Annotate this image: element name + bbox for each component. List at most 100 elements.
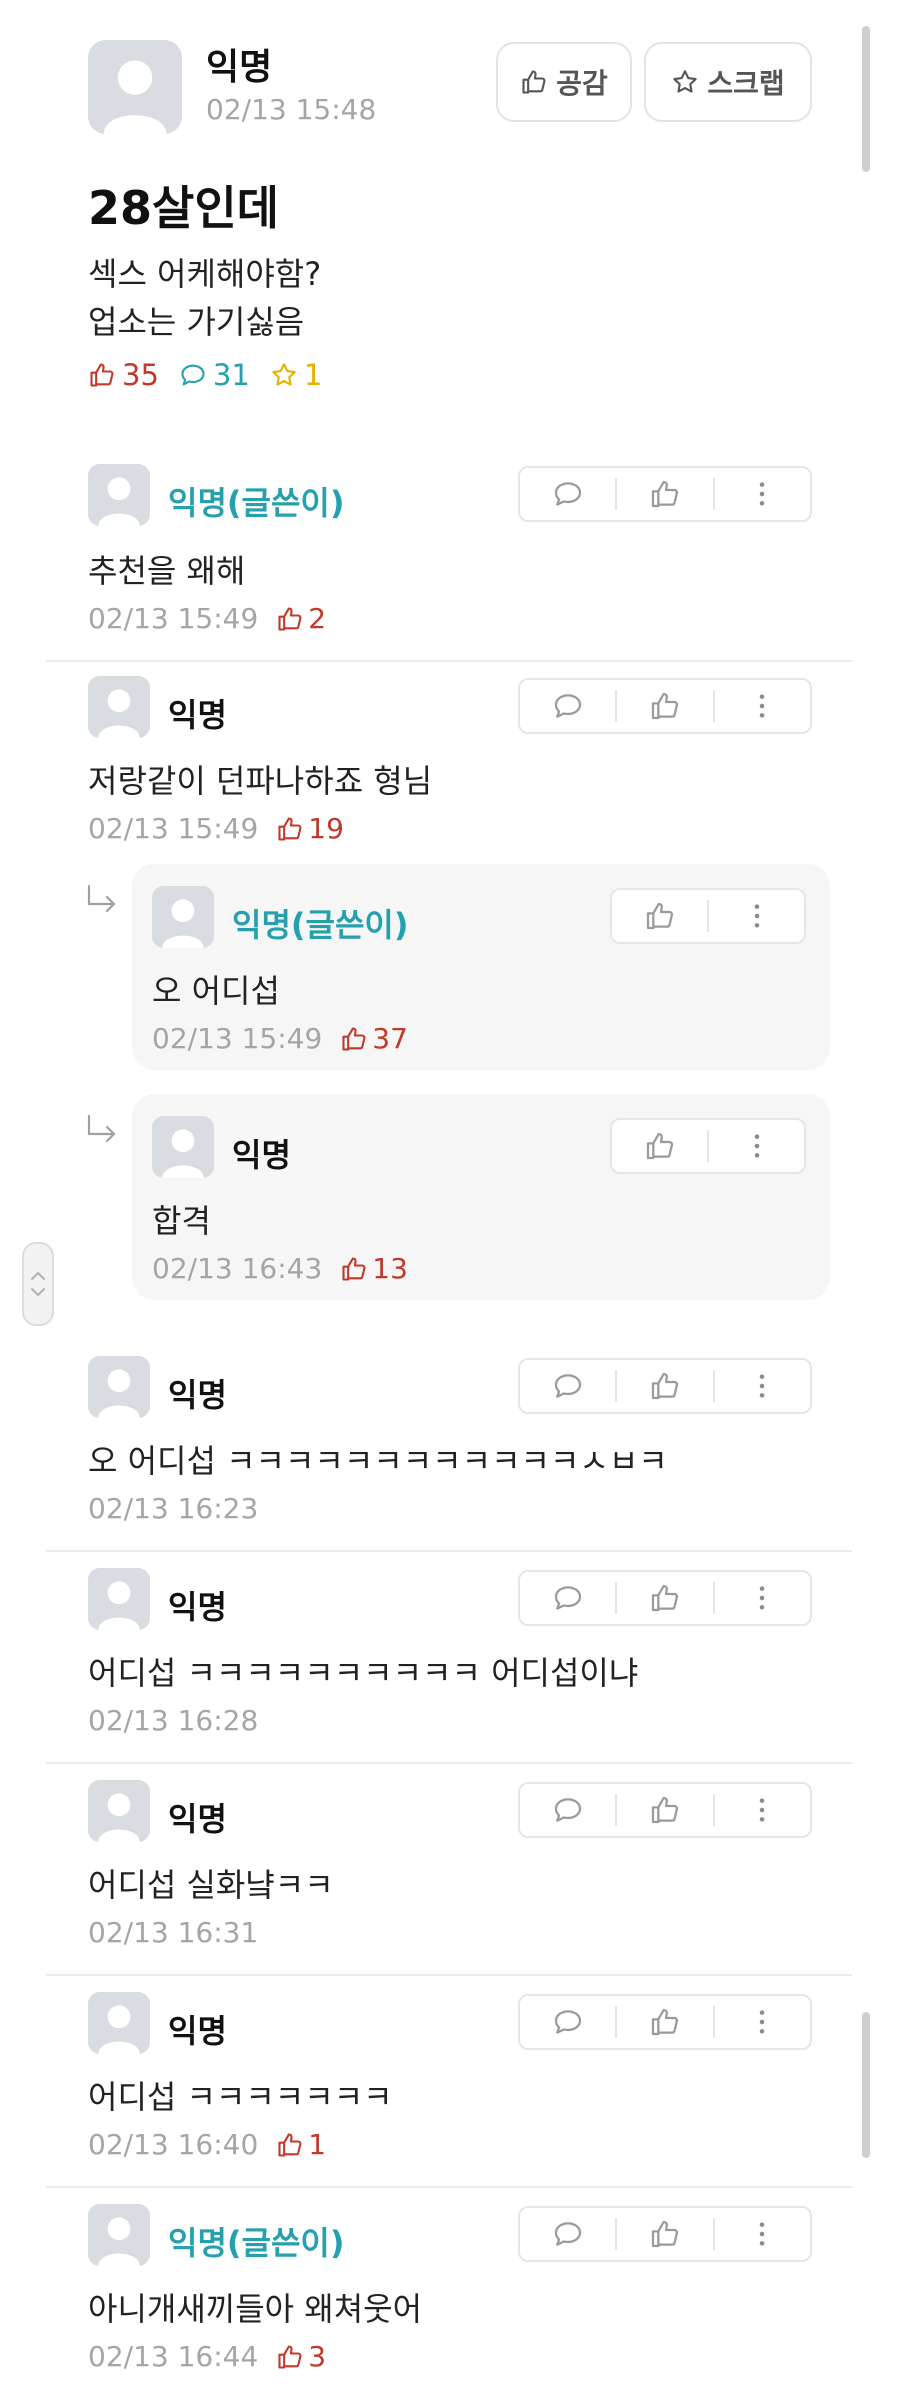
comment-actions [518, 1570, 812, 1626]
thumbs-up-icon [278, 2344, 302, 2369]
more-options-button[interactable] [715, 1572, 810, 1624]
comment-like-count: 3 [276, 2340, 326, 2373]
comment-divider [46, 1762, 852, 1764]
comment-avatar [88, 1568, 150, 1630]
thumbs-up-icon [278, 606, 302, 631]
comment-actions [610, 1118, 806, 1174]
reply-button[interactable] [520, 468, 615, 520]
comment-meta: 02/13 16:28 [88, 1704, 258, 1737]
like-button-label: 공감 [556, 67, 608, 100]
comment-text: 오 어디섭 ㅋㅋㅋㅋㅋㅋㅋㅋㅋㅋㅋㅋㅅㅂㅋ [88, 1442, 668, 1480]
default-avatar-icon [88, 40, 182, 134]
speech-bubble-icon [554, 2010, 581, 2034]
star-icon [673, 70, 698, 93]
reply-button[interactable] [520, 2208, 615, 2260]
star-icon [272, 363, 296, 386]
post-comment-count: 31 [179, 358, 250, 392]
comment-like-button[interactable] [617, 1360, 712, 1412]
comment-like-button[interactable] [617, 468, 712, 520]
more-options-button[interactable] [709, 890, 804, 942]
comment-author: 익명 [168, 2012, 227, 2050]
more-options-button[interactable] [715, 1996, 810, 2048]
comment-actions [518, 1994, 812, 2050]
default-avatar-icon [88, 1992, 150, 2054]
comment-author: 익명 [232, 1136, 291, 1174]
post-body-line: 업소는 가기싫음 [88, 303, 305, 341]
post-body: 섹스 어케해야함? 업소는 가기싫음 [88, 250, 321, 346]
comment-meta: 02/13 15:49 37 [152, 1022, 408, 1055]
more-vertical-icon [754, 1134, 759, 1158]
comment-like-button[interactable] [617, 1784, 712, 1836]
chevron-down-icon [31, 1288, 45, 1296]
comment-timestamp: 02/13 15:49 [152, 1022, 323, 1055]
scrap-button-label: 스크랩 [707, 67, 785, 100]
comment-like-count: 2 [276, 602, 326, 635]
comment-meta: 02/13 15:49 19 [88, 812, 344, 845]
comment-meta: 02/13 16:44 3 [88, 2340, 326, 2373]
default-avatar-icon [88, 1356, 150, 1418]
like-button[interactable]: 공감 [496, 42, 632, 122]
comment-avatar [88, 1992, 150, 2054]
comment-actions [518, 1782, 812, 1838]
more-vertical-icon [754, 904, 759, 928]
comment-timestamp: 02/13 15:49 [88, 602, 259, 635]
reply-button[interactable] [520, 1784, 615, 1836]
comment-text: 어디섭 ㅋㅋㅋㅋㅋㅋㅋ [88, 2078, 393, 2116]
comment-author: 익명 [168, 1588, 227, 1626]
scrollbar-thumb[interactable] [862, 2012, 870, 2158]
more-options-button[interactable] [715, 1784, 810, 1836]
comment-text: 저랑같이 던파나하죠 형님 [88, 762, 433, 800]
comment-text: 추천을 왜해 [88, 552, 246, 590]
post-author-name: 익명 [206, 47, 273, 88]
comment-like-count: 37 [340, 1022, 408, 1055]
thumbs-up-icon [342, 1256, 366, 1281]
reply-button[interactable] [520, 1572, 615, 1624]
more-vertical-icon [760, 694, 765, 718]
comment-avatar [152, 886, 214, 948]
thumbs-up-icon [342, 1026, 366, 1051]
more-options-button[interactable] [715, 2208, 810, 2260]
reply-button[interactable] [520, 1996, 615, 2048]
comment-avatar [152, 1116, 214, 1178]
comment-meta: 02/13 16:40 1 [88, 2128, 326, 2161]
post-timestamp: 02/13 15:48 [206, 93, 377, 126]
default-avatar-icon [88, 464, 150, 526]
more-options-button[interactable] [715, 680, 810, 732]
scrap-button[interactable]: 스크랩 [644, 42, 812, 122]
more-vertical-icon [760, 482, 765, 506]
page-scroll-handle[interactable] [22, 1242, 54, 1326]
comment-divider [46, 1974, 852, 1976]
thumbs-up-icon [646, 1132, 673, 1160]
comment-like-button[interactable] [617, 2208, 712, 2260]
comment-like-button[interactable] [617, 1572, 712, 1624]
thumbs-up-icon [278, 816, 302, 841]
scrollbar-thumb[interactable] [862, 26, 870, 172]
more-vertical-icon [760, 1374, 765, 1398]
comment-text: 오 어디섭 [152, 972, 280, 1010]
comment-avatar [88, 464, 150, 526]
post-like-count: 35 [88, 358, 159, 392]
reply-button[interactable] [520, 680, 615, 732]
thumbs-up-icon [651, 1372, 679, 1400]
more-options-button[interactable] [709, 1120, 804, 1172]
more-options-button[interactable] [715, 468, 810, 520]
comment-text: 아니개새끼들아 왜쳐웃어 [88, 2290, 423, 2328]
thumbs-up-icon [278, 2132, 302, 2157]
speech-bubble-icon [554, 1374, 581, 1398]
thumbs-up-icon [522, 70, 546, 94]
thumbs-up-icon [651, 2220, 679, 2248]
comment-text: 어디섭 실화냨ㅋㅋ [88, 1866, 334, 1904]
comment-like-button[interactable] [617, 680, 712, 732]
comment-meta: 02/13 16:43 13 [152, 1252, 408, 1285]
more-vertical-icon [760, 2222, 765, 2246]
comment-author: 익명 [168, 1376, 227, 1414]
comment-like-button[interactable] [617, 1996, 712, 2048]
comment-like-button[interactable] [612, 1120, 707, 1172]
more-options-button[interactable] [715, 1360, 810, 1412]
comment-like-button[interactable] [612, 890, 707, 942]
post-title: 28살인데 [88, 181, 279, 235]
comment-timestamp: 02/13 16:43 [152, 1252, 323, 1285]
comment-actions [518, 2206, 812, 2262]
reply-button[interactable] [520, 1360, 615, 1412]
comment-timestamp: 02/13 16:28 [88, 1704, 259, 1737]
